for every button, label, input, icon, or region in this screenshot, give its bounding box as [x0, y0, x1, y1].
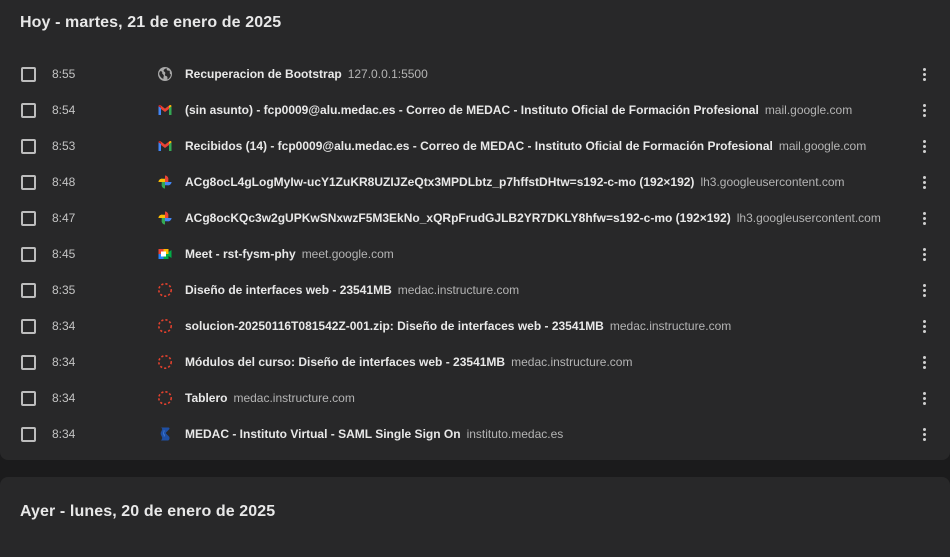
more-actions-icon[interactable] [916, 173, 932, 191]
day-header-today: Hoy - martes, 21 de enero de 2025 [20, 14, 282, 31]
page-domain: lh3.googleusercontent.com [700, 175, 845, 189]
globe-icon [157, 66, 173, 82]
page-domain: lh3.googleusercontent.com [736, 211, 881, 225]
visit-time: 8:55 [52, 67, 76, 81]
history-row[interactable]: 8:48 ACg8ocL4gLogMyIw-ucY1ZuKR8UZIJZeQtx3… [0, 164, 950, 200]
page-title-link[interactable]: Módulos del curso: Diseño de interfaces … [185, 355, 505, 369]
medac-icon [157, 426, 173, 442]
history-row[interactable]: 8:34 Módulos del curso: Diseño de interfa… [0, 344, 950, 380]
page-domain: medac.instructure.com [511, 355, 633, 369]
row-checkbox[interactable] [21, 355, 36, 370]
page-title-link[interactable]: ACg8ocKQc3w2gUPKwSNxwzF5M3EkNo_xQRpFrudG… [185, 211, 731, 225]
page-title-link[interactable]: Tablero [185, 391, 227, 405]
page-domain: medac.instructure.com [397, 283, 520, 297]
history-entry[interactable]: Diseño de interfaces web - 23541MB medac.… [185, 283, 519, 297]
row-checkbox[interactable] [21, 247, 36, 262]
history-row[interactable]: 8:55 Recuperacion de Bootstrap 127.0.0.1:5… [0, 56, 950, 92]
page-title-link[interactable]: Diseño de interfaces web - 23541MB [185, 283, 392, 297]
page-title-link[interactable]: MEDAC - Instituto Virtual - SAML Single … [185, 427, 461, 441]
page-domain: mail.google.com [778, 139, 867, 153]
history-row[interactable]: 8:54 (sin asunto) - fcp0009@alu.medac.es … [0, 92, 950, 128]
history-row[interactable]: 8:53 Recibidos (14) - fcp0009@alu.medac.e… [0, 128, 950, 164]
visit-time: 8:48 [52, 175, 76, 189]
history-entry[interactable]: Tablero medac.instructure.com [185, 391, 355, 405]
page-title-link[interactable]: (sin asunto) - fcp0009@alu.medac.es - Co… [185, 103, 759, 117]
visit-time: 8:34 [52, 319, 76, 333]
more-actions-icon[interactable] [916, 137, 932, 155]
row-checkbox[interactable] [21, 391, 36, 406]
gmail-icon [157, 102, 173, 118]
history-card-yesterday: Ayer - lunes, 20 de enero de 2025 [0, 477, 950, 557]
page-domain: 127.0.0.1:5500 [347, 67, 428, 81]
more-actions-icon[interactable] [916, 425, 932, 443]
day-header-yesterday: Ayer - lunes, 20 de enero de 2025 [20, 503, 276, 520]
row-checkbox[interactable] [21, 175, 36, 190]
row-checkbox[interactable] [21, 427, 36, 442]
history-entry[interactable]: Recibidos (14) - fcp0009@alu.medac.es - … [185, 139, 866, 153]
history-row[interactable]: 8:34 solucion-20250116T081542Z-001.zip: D… [0, 308, 950, 344]
page-domain: medac.instructure.com [233, 391, 355, 405]
canvas-icon [157, 354, 173, 370]
visit-time: 8:34 [52, 391, 76, 405]
google-photos-icon [157, 210, 173, 226]
history-row[interactable]: 8:34 MEDAC - Instituto Virtual - SAML Sin… [0, 416, 950, 452]
history-entry[interactable]: Meet - rst-fysm-phy meet.google.com [185, 247, 394, 261]
row-checkbox[interactable] [21, 139, 36, 154]
history-row[interactable]: 8:47 ACg8ocKQc3w2gUPKwSNxwzF5M3EkNo_xQRpF… [0, 200, 950, 236]
history-card-today: Hoy - martes, 21 de enero de 2025 8:55 Re… [0, 0, 950, 460]
page-title-link[interactable]: solucion-20250116T081542Z-001.zip: Diseñ… [185, 319, 604, 333]
row-checkbox[interactable] [21, 319, 36, 334]
history-entry[interactable]: Módulos del curso: Diseño de interfaces … [185, 355, 632, 369]
visit-time: 8:47 [52, 211, 76, 225]
row-checkbox[interactable] [21, 67, 36, 82]
more-actions-icon[interactable] [916, 389, 932, 407]
history-entry[interactable]: ACg8ocL4gLogMyIw-ucY1ZuKR8UZIJZeQtx3MPDL… [185, 175, 845, 189]
history-entry[interactable]: MEDAC - Instituto Virtual - SAML Single … [185, 427, 563, 441]
visit-time: 8:35 [52, 283, 76, 297]
row-checkbox[interactable] [21, 103, 36, 118]
history-entry[interactable]: ACg8ocKQc3w2gUPKwSNxwzF5M3EkNo_xQRpFrudG… [185, 211, 881, 225]
gmail-icon [157, 138, 173, 154]
history-entry[interactable]: (sin asunto) - fcp0009@alu.medac.es - Co… [185, 103, 852, 117]
visit-time: 8:45 [52, 247, 76, 261]
page-title-link[interactable]: Meet - rst-fysm-phy [185, 247, 296, 261]
more-actions-icon[interactable] [916, 245, 932, 263]
page-title-link[interactable]: Recibidos (14) - fcp0009@alu.medac.es - … [185, 139, 773, 153]
history-row[interactable]: 8:34 Tablero medac.instructure.com [0, 380, 950, 416]
history-entry[interactable]: Recuperacion de Bootstrap 127.0.0.1:5500 [185, 67, 428, 81]
page-title-link[interactable]: ACg8ocL4gLogMyIw-ucY1ZuKR8UZIJZeQtx3MPDL… [185, 175, 694, 189]
visit-time: 8:53 [52, 139, 76, 153]
more-actions-icon[interactable] [916, 353, 932, 371]
history-entry[interactable]: solucion-20250116T081542Z-001.zip: Diseñ… [185, 319, 731, 333]
more-actions-icon[interactable] [916, 281, 932, 299]
visit-time: 8:34 [52, 427, 76, 441]
page-domain: medac.instructure.com [609, 319, 732, 333]
history-row[interactable]: 8:45 Meet - rst-fysm-phy meet.google.com [0, 236, 950, 272]
canvas-icon [157, 318, 173, 334]
page-domain: mail.google.com [764, 103, 853, 117]
canvas-icon [157, 282, 173, 298]
google-photos-icon [157, 174, 173, 190]
google-meet-icon [157, 246, 173, 262]
more-actions-icon[interactable] [916, 317, 932, 335]
row-checkbox[interactable] [21, 211, 36, 226]
visit-time: 8:34 [52, 355, 76, 369]
page-title-link[interactable]: Recuperacion de Bootstrap [185, 67, 342, 81]
history-row[interactable]: 8:35 Diseño de interfaces web - 23541MB me… [0, 272, 950, 308]
more-actions-icon[interactable] [916, 101, 932, 119]
more-actions-icon[interactable] [916, 65, 932, 83]
page-domain: instituto.medac.es [466, 427, 564, 441]
more-actions-icon[interactable] [916, 209, 932, 227]
row-checkbox[interactable] [21, 283, 36, 298]
visit-time: 8:54 [52, 103, 76, 117]
canvas-icon [157, 390, 173, 406]
page-domain: meet.google.com [301, 247, 394, 261]
